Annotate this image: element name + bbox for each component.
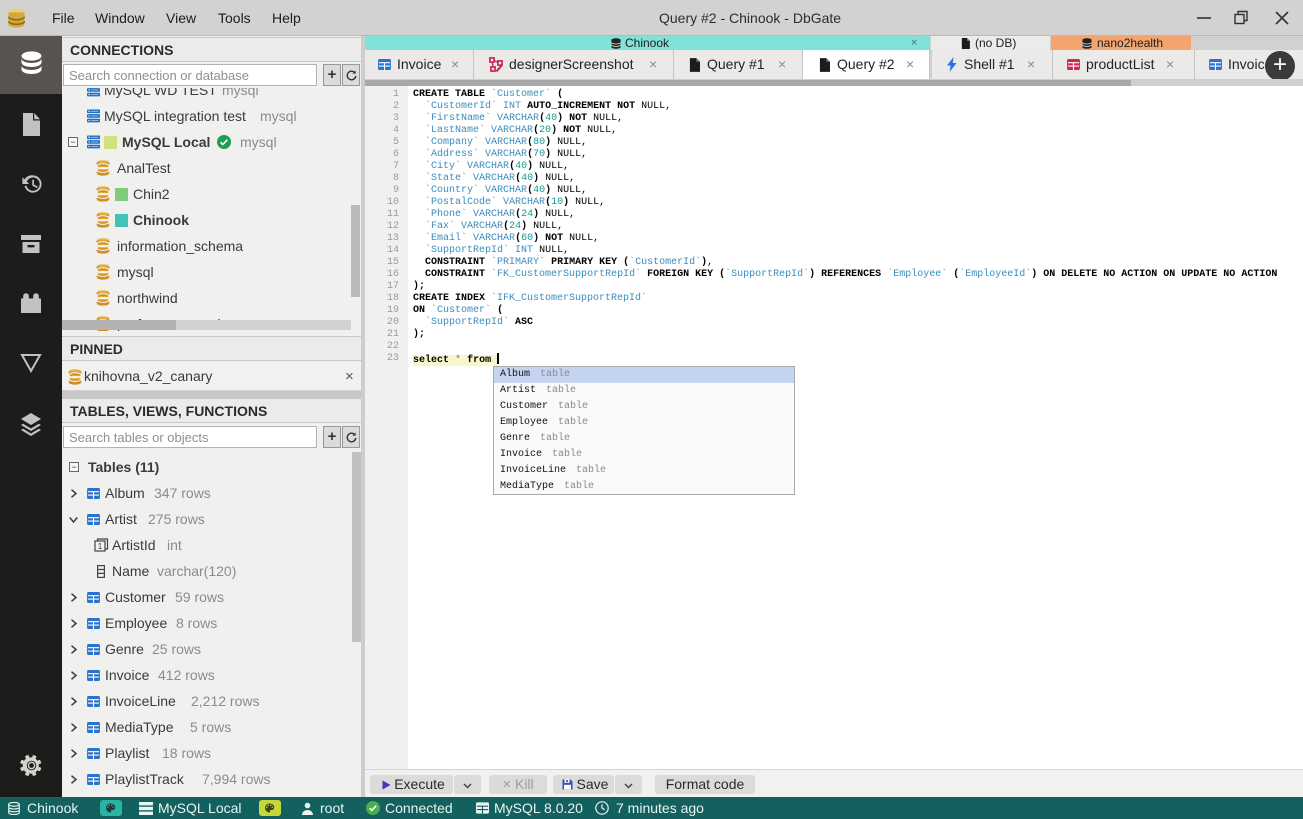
svg-text:1: 1 — [98, 542, 103, 551]
